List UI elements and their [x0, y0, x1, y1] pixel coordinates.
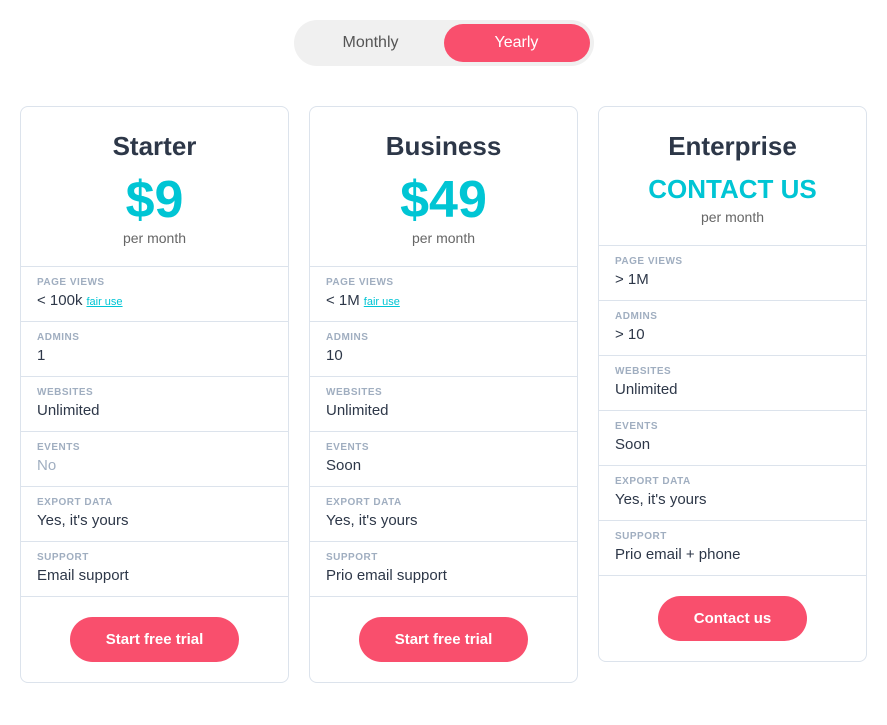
feature-row-business-4: EXPORT DATA Yes, it's yours [310, 487, 577, 542]
feature-value-starter-0: < 100k [37, 292, 82, 309]
feature-row-business-2: WEBSITES Unlimited [310, 377, 577, 432]
plan-header-enterprise: Enterprise CONTACT US per month [599, 107, 866, 246]
feature-label-business-0: PAGE VIEWS [326, 277, 561, 288]
feature-label-business-1: ADMINS [326, 332, 561, 343]
feature-row-enterprise-4: EXPORT DATA Yes, it's yours [599, 466, 866, 521]
fair-use-link-starter-0[interactable]: fair use [86, 296, 122, 308]
feature-value-enterprise-4: Yes, it's yours [615, 491, 707, 508]
feature-value-enterprise-2: Unlimited [615, 381, 678, 398]
cta-container-business: Start free trial [310, 597, 577, 682]
billing-toggle: Monthly Yearly [294, 20, 594, 66]
feature-label-starter-5: SUPPORT [37, 552, 272, 563]
feature-label-starter-3: EVENTS [37, 442, 272, 453]
plan-header-business: Business $49 per month [310, 107, 577, 267]
feature-row-enterprise-1: ADMINS > 10 [599, 301, 866, 356]
feature-value-starter-4: Yes, it's yours [37, 512, 129, 529]
feature-row-starter-2: WEBSITES Unlimited [21, 377, 288, 432]
plan-contact-enterprise: CONTACT US [619, 174, 846, 205]
cta-button-business[interactable]: Start free trial [359, 617, 529, 662]
feature-label-enterprise-4: EXPORT DATA [615, 476, 850, 487]
feature-value-business-1: 10 [326, 347, 343, 364]
feature-label-starter-1: ADMINS [37, 332, 272, 343]
feature-label-business-3: EVENTS [326, 442, 561, 453]
feature-value-business-2: Unlimited [326, 402, 389, 419]
feature-label-starter-4: EXPORT DATA [37, 497, 272, 508]
feature-label-business-4: EXPORT DATA [326, 497, 561, 508]
feature-value-enterprise-3: Soon [615, 436, 650, 453]
feature-value-enterprise-5: Prio email + phone [615, 546, 741, 563]
feature-value-enterprise-1: > 10 [615, 326, 645, 343]
plan-name-enterprise: Enterprise [619, 131, 846, 162]
feature-row-enterprise-2: WEBSITES Unlimited [599, 356, 866, 411]
feature-label-enterprise-3: EVENTS [615, 421, 850, 432]
feature-row-business-5: SUPPORT Prio email support [310, 542, 577, 597]
feature-label-enterprise-1: ADMINS [615, 311, 850, 322]
feature-row-starter-0: PAGE VIEWS < 100k fair use [21, 267, 288, 322]
cta-button-enterprise[interactable]: Contact us [658, 596, 808, 641]
plan-name-starter: Starter [41, 131, 268, 162]
feature-row-enterprise-0: PAGE VIEWS > 1M [599, 246, 866, 301]
feature-row-business-1: ADMINS 10 [310, 322, 577, 377]
feature-row-enterprise-5: SUPPORT Prio email + phone [599, 521, 866, 576]
feature-value-starter-5: Email support [37, 567, 129, 584]
feature-label-enterprise-5: SUPPORT [615, 531, 850, 542]
feature-row-starter-4: EXPORT DATA Yes, it's yours [21, 487, 288, 542]
plan-card-starter: Starter $9 per month PAGE VIEWS < 100k fair u… [20, 106, 289, 683]
feature-value-business-0: < 1M [326, 292, 360, 309]
feature-value-enterprise-0: > 1M [615, 271, 649, 288]
feature-value-starter-1: 1 [37, 347, 45, 364]
plan-name-business: Business [330, 131, 557, 162]
plan-price-business: $49 [330, 174, 557, 226]
cta-container-enterprise: Contact us [599, 576, 866, 661]
plan-period-enterprise: per month [619, 209, 846, 225]
plan-card-business: Business $49 per month PAGE VIEWS < 1M fair u… [309, 106, 578, 683]
yearly-toggle-btn[interactable]: Yearly [444, 24, 590, 62]
feature-value-starter-3: No [37, 457, 56, 474]
plan-header-starter: Starter $9 per month [21, 107, 288, 267]
feature-label-business-5: SUPPORT [326, 552, 561, 563]
plan-period-starter: per month [41, 230, 268, 246]
feature-value-business-5: Prio email support [326, 567, 447, 584]
feature-row-enterprise-3: EVENTS Soon [599, 411, 866, 466]
feature-label-starter-0: PAGE VIEWS [37, 277, 272, 288]
feature-value-business-3: Soon [326, 457, 361, 474]
feature-value-starter-2: Unlimited [37, 402, 100, 419]
fair-use-link-business-0[interactable]: fair use [364, 296, 400, 308]
plan-card-enterprise: Enterprise CONTACT US per month PAGE VIEWS >… [598, 106, 867, 662]
plan-period-business: per month [330, 230, 557, 246]
feature-row-starter-5: SUPPORT Email support [21, 542, 288, 597]
feature-label-enterprise-0: PAGE VIEWS [615, 256, 850, 267]
feature-row-business-3: EVENTS Soon [310, 432, 577, 487]
feature-label-enterprise-2: WEBSITES [615, 366, 850, 377]
feature-label-business-2: WEBSITES [326, 387, 561, 398]
feature-row-starter-3: EVENTS No [21, 432, 288, 487]
feature-label-starter-2: WEBSITES [37, 387, 272, 398]
feature-row-starter-1: ADMINS 1 [21, 322, 288, 377]
plans-container: Starter $9 per month PAGE VIEWS < 100k fair u… [20, 106, 867, 683]
plan-price-starter: $9 [41, 174, 268, 226]
cta-button-starter[interactable]: Start free trial [70, 617, 240, 662]
feature-row-business-0: PAGE VIEWS < 1M fair use [310, 267, 577, 322]
cta-container-starter: Start free trial [21, 597, 288, 682]
monthly-toggle-btn[interactable]: Monthly [298, 24, 444, 62]
feature-value-business-4: Yes, it's yours [326, 512, 418, 529]
